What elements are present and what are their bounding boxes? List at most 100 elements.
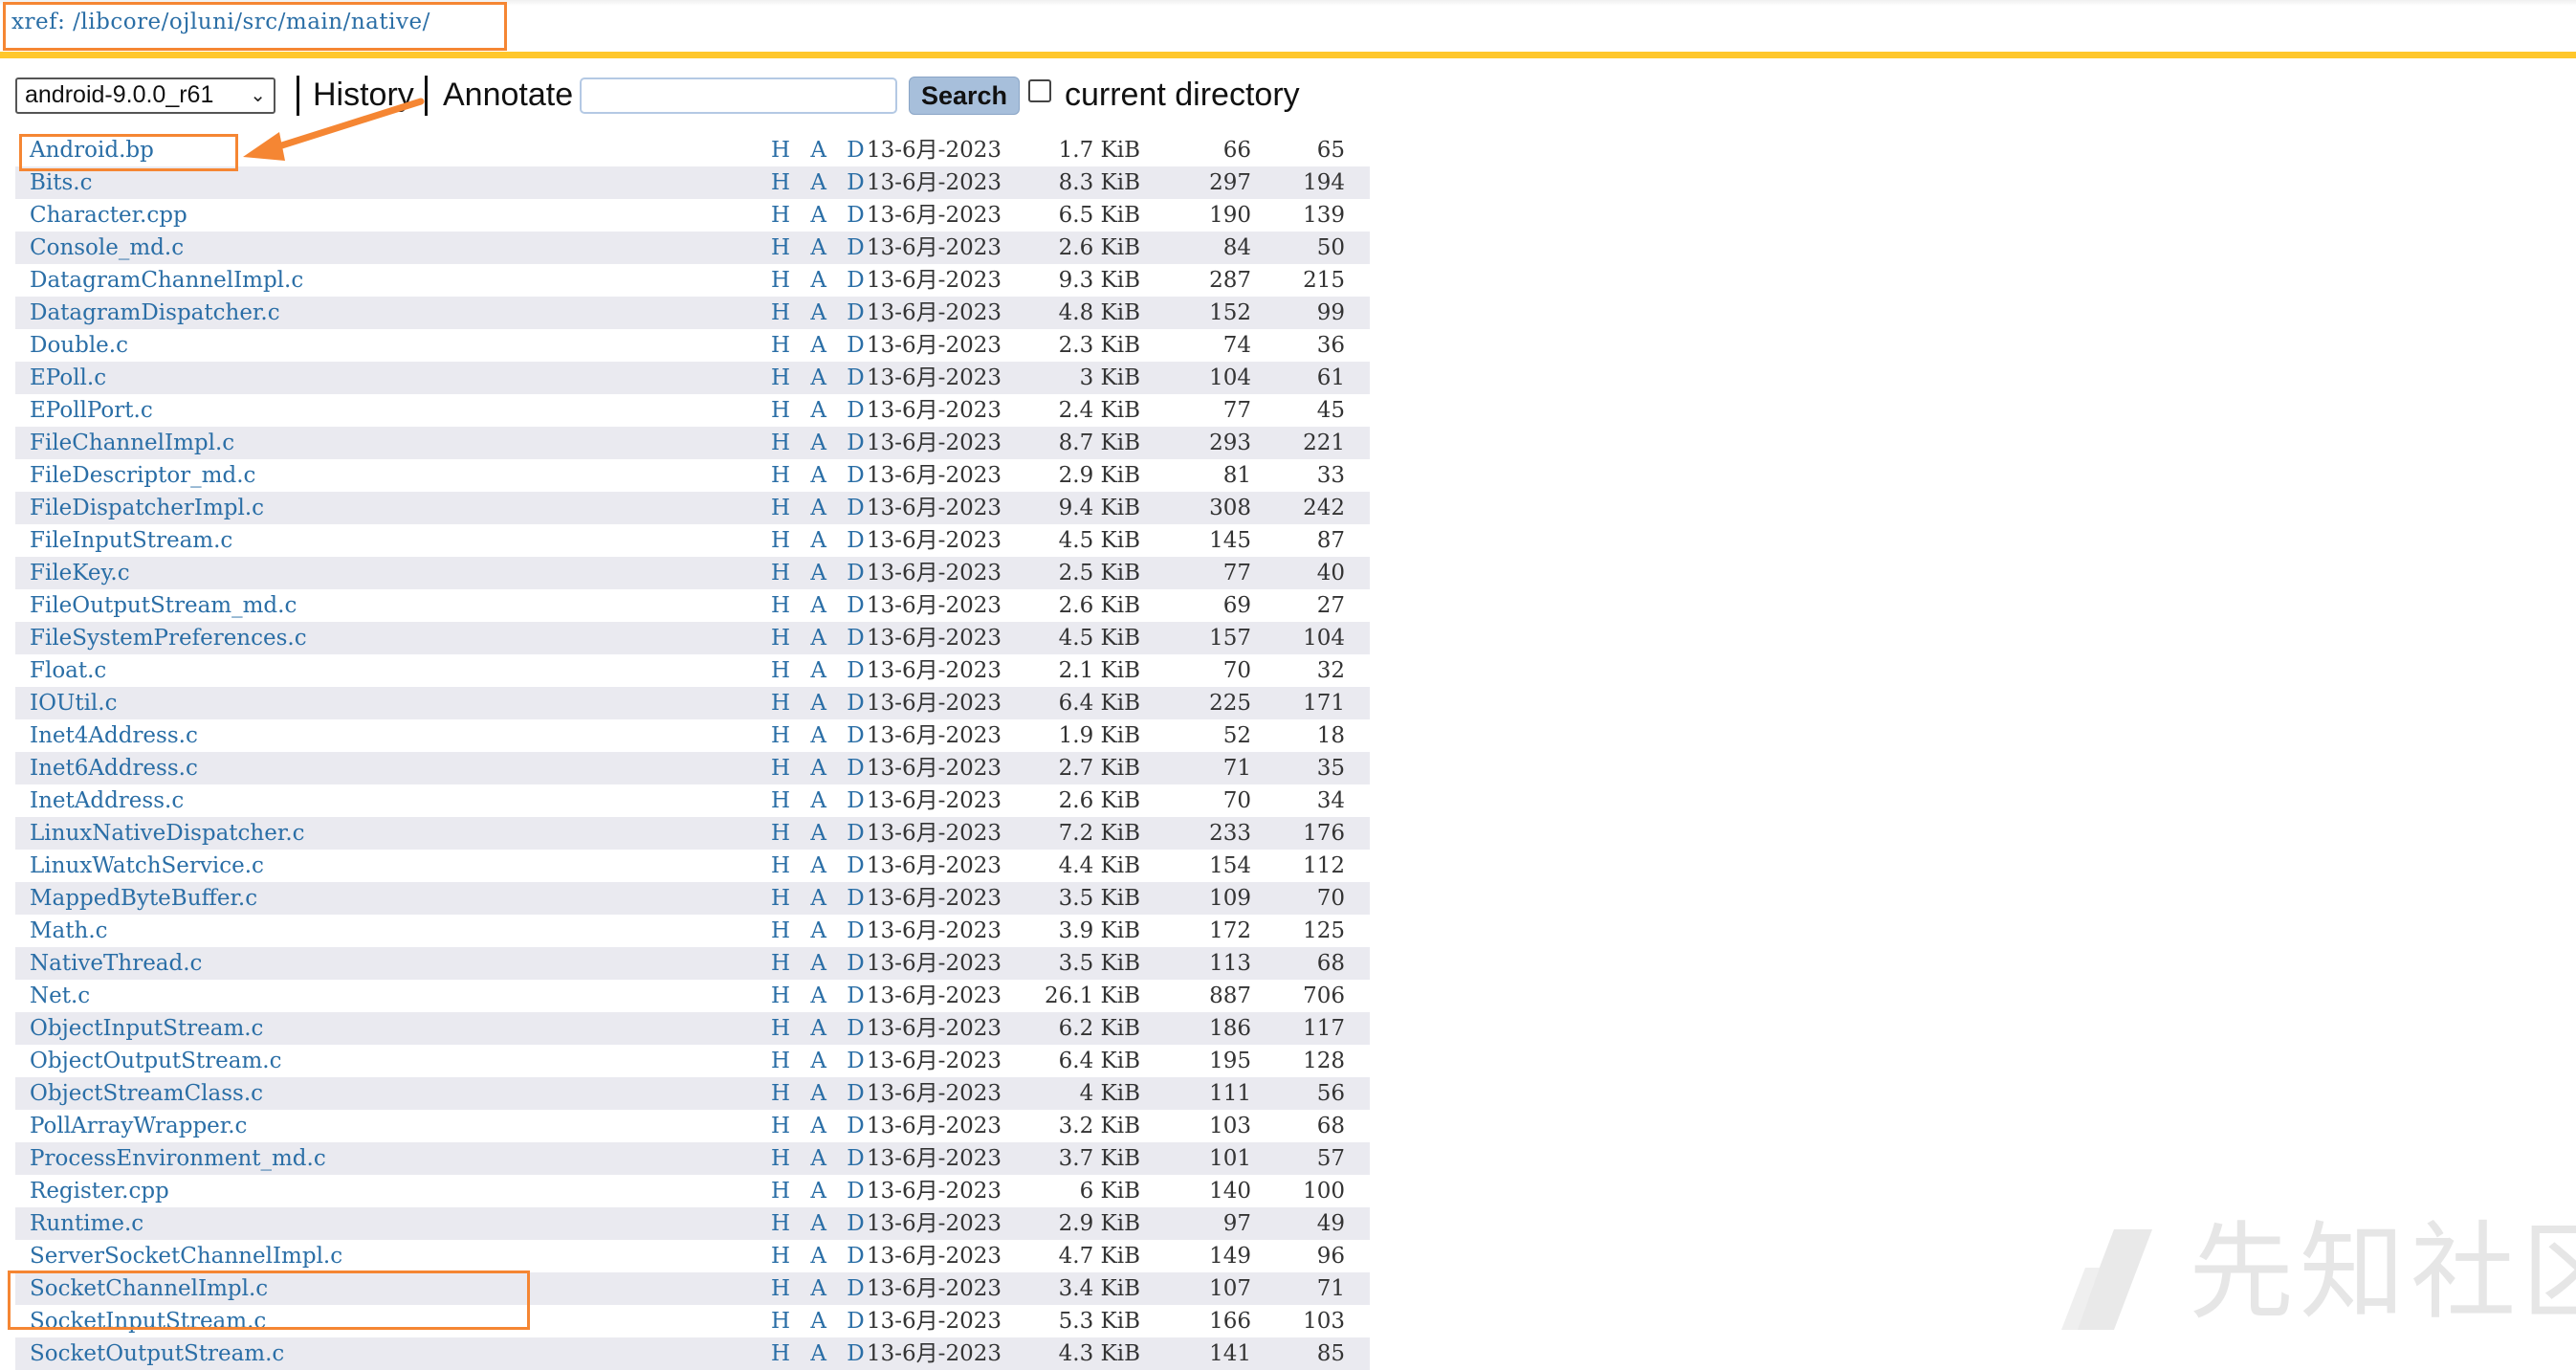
file-name-link[interactable]: ObjectOutputStream.c (30, 1045, 281, 1077)
file-name-link[interactable]: Inet4Address.c (30, 719, 198, 752)
file-name-link[interactable]: Float.c (30, 654, 106, 687)
file-name-link[interactable]: FileSystemPreferences.c (30, 622, 307, 654)
file-name-link[interactable]: FileDescriptor_md.c (30, 459, 255, 492)
history-annotate-download-links[interactable]: H A D (771, 1012, 871, 1045)
file-line-count: 308 (1209, 496, 1251, 520)
file-date: 13-6月-2023 (867, 1276, 1002, 1301)
file-date: 13-6月-2023 (867, 398, 1002, 423)
history-annotate-download-links[interactable]: H A D (771, 524, 871, 557)
history-annotate-download-links[interactable]: H A D (771, 1272, 871, 1305)
file-date: 13-6月-2023 (867, 170, 1002, 195)
file-name-link[interactable]: Character.cpp (30, 199, 187, 232)
history-annotate-download-links[interactable]: H A D (771, 1175, 871, 1207)
file-name-link[interactable]: Inet6Address.c (30, 752, 198, 784)
file-name-link[interactable]: EPollPort.c (30, 394, 153, 427)
file-name-link[interactable]: ServerSocketChannelImpl.c (30, 1240, 342, 1272)
search-input[interactable] (580, 77, 897, 114)
file-name-link[interactable]: Double.c (30, 329, 128, 362)
file-name-link[interactable]: IOUtil.c (30, 687, 117, 719)
table-row: Bits.c H A D 13-6月-2023 8.3 KiB 297 194 (15, 166, 1370, 199)
history-annotate-download-links[interactable]: H A D (771, 329, 871, 362)
history-annotate-download-links[interactable]: H A D (771, 980, 871, 1012)
history-annotate-download-links[interactable]: H A D (771, 1240, 871, 1272)
search-button[interactable]: Search (909, 77, 1020, 115)
history-annotate-download-links[interactable]: H A D (771, 557, 871, 589)
file-name-link[interactable]: LinuxWatchService.c (30, 850, 264, 882)
history-annotate-download-links[interactable]: H A D (771, 752, 871, 784)
file-name-link[interactable]: SocketChannelImpl.c (30, 1272, 268, 1305)
file-name-link[interactable]: EPoll.c (30, 362, 106, 394)
history-annotate-download-links[interactable]: H A D (771, 427, 871, 459)
file-name-link[interactable]: DatagramChannelImpl.c (30, 264, 303, 297)
history-annotate-download-links[interactable]: H A D (771, 915, 871, 947)
file-size: 7.2 KiB (1058, 821, 1140, 846)
file-name-link[interactable]: FileDispatcherImpl.c (30, 492, 264, 524)
history-annotate-download-links[interactable]: H A D (771, 589, 871, 622)
file-loc-count: 57 (1316, 1146, 1345, 1171)
file-name-link[interactable]: DatagramDispatcher.c (30, 297, 280, 329)
file-size: 3.4 KiB (1058, 1276, 1140, 1301)
history-annotate-download-links[interactable]: H A D (771, 232, 871, 264)
file-name-link[interactable]: NativeThread.c (30, 947, 202, 980)
history-annotate-download-links[interactable]: H A D (771, 1337, 871, 1370)
history-annotate-download-links[interactable]: H A D (771, 784, 871, 817)
file-name-link[interactable]: FileChannelImpl.c (30, 427, 234, 459)
file-name-link[interactable]: FileInputStream.c (30, 524, 232, 557)
history-annotate-download-links[interactable]: H A D (771, 947, 871, 980)
history-annotate-download-links[interactable]: H A D (771, 1110, 871, 1142)
history-annotate-download-links[interactable]: H A D (771, 719, 871, 752)
file-line-count: 195 (1209, 1049, 1251, 1073)
file-size: 4.7 KiB (1058, 1244, 1140, 1269)
history-annotate-download-links[interactable]: H A D (771, 1207, 871, 1240)
history-annotate-download-links[interactable]: H A D (771, 394, 871, 427)
history-annotate-download-links[interactable]: H A D (771, 297, 871, 329)
history-annotate-download-links[interactable]: H A D (771, 362, 871, 394)
file-name-link[interactable]: Console_md.c (30, 232, 184, 264)
file-name-link[interactable]: ObjectStreamClass.c (30, 1077, 263, 1110)
history-annotate-download-links[interactable]: H A D (771, 459, 871, 492)
history-annotate-download-links[interactable]: H A D (771, 166, 871, 199)
history-annotate-download-links[interactable]: H A D (771, 199, 871, 232)
history-annotate-download-links[interactable]: H A D (771, 492, 871, 524)
file-name-link[interactable]: Net.c (30, 980, 90, 1012)
file-name-link[interactable]: InetAddress.c (30, 784, 184, 817)
history-annotate-download-links[interactable]: H A D (771, 687, 871, 719)
history-annotate-download-links[interactable]: H A D (771, 1142, 871, 1175)
file-size: 2.6 KiB (1058, 235, 1140, 260)
file-name-link[interactable]: MappedByteBuffer.c (30, 882, 257, 915)
file-name-link[interactable]: Bits.c (30, 166, 93, 199)
file-name-link[interactable]: SocketInputStream.c (30, 1305, 266, 1337)
history-annotate-download-links[interactable]: H A D (771, 850, 871, 882)
history-annotate-download-links[interactable]: H A D (771, 654, 871, 687)
table-row: ProcessEnvironment_md.c H A D 13-6月-2023 3.… (15, 1142, 1370, 1175)
file-line-count: 101 (1209, 1146, 1251, 1171)
file-name-link[interactable]: Math.c (30, 915, 108, 947)
file-loc-count: 56 (1316, 1081, 1345, 1106)
file-name-link[interactable]: Runtime.c (30, 1207, 143, 1240)
file-name-link[interactable]: Android.bp (30, 134, 154, 166)
history-annotate-download-links[interactable]: H A D (771, 1045, 871, 1077)
history-annotate-download-links[interactable]: H A D (771, 1077, 871, 1110)
file-name-link[interactable]: SocketOutputStream.c (30, 1337, 284, 1370)
file-line-count: 81 (1222, 463, 1251, 488)
current-directory-checkbox[interactable] (1028, 79, 1051, 102)
file-name-link[interactable]: LinuxNativeDispatcher.c (30, 817, 305, 850)
file-name-link[interactable]: FileOutputStream_md.c (30, 589, 297, 622)
history-annotate-download-links[interactable]: H A D (771, 817, 871, 850)
file-name-link[interactable]: ProcessEnvironment_md.c (30, 1142, 326, 1175)
file-name-link[interactable]: PollArrayWrapper.c (30, 1110, 247, 1142)
history-annotate-download-links[interactable]: H A D (771, 264, 871, 297)
file-date: 13-6月-2023 (867, 1309, 1002, 1334)
file-date: 13-6月-2023 (867, 300, 1002, 325)
history-annotate-download-links[interactable]: H A D (771, 882, 871, 915)
history-annotate-download-links[interactable]: H A D (771, 622, 871, 654)
history-annotate-download-links[interactable]: H A D (771, 134, 871, 166)
file-name-link[interactable]: ObjectInputStream.c (30, 1012, 263, 1045)
file-line-count: 109 (1209, 886, 1251, 911)
file-name-link[interactable]: FileKey.c (30, 557, 130, 589)
file-loc-count: 117 (1303, 1016, 1345, 1041)
history-annotate-download-links[interactable]: H A D (771, 1305, 871, 1337)
xref-breadcrumb[interactable]: xref: /libcore/ojluni/src/main/native/ (11, 10, 430, 34)
file-name-link[interactable]: Register.cpp (30, 1175, 169, 1207)
annotate-link[interactable]: Annotate (443, 74, 573, 116)
